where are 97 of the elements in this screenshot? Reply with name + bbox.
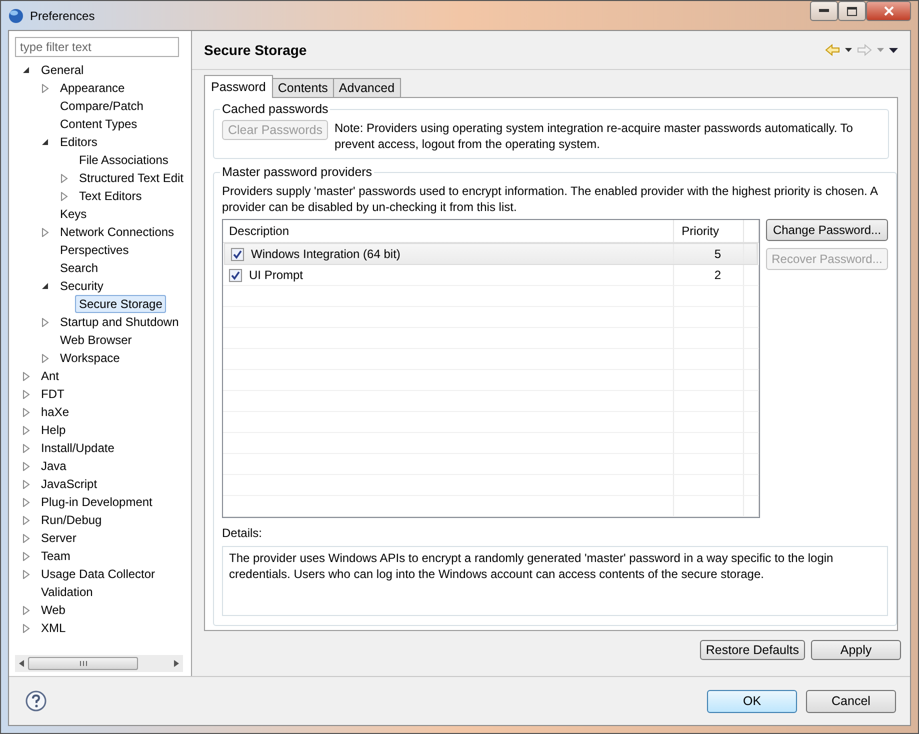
collapsed-icon[interactable] <box>23 534 30 542</box>
page-button[interactable]: Apply <box>811 640 901 660</box>
collapsed-icon[interactable] <box>23 516 30 524</box>
scroll-left-icon[interactable] <box>19 660 24 667</box>
close-icon <box>884 6 894 16</box>
back-arrow-icon[interactable] <box>825 44 840 56</box>
column-header[interactable]: Priority <box>674 220 744 242</box>
minimize-icon <box>819 9 829 13</box>
tree-item[interactable]: Security <box>56 277 108 295</box>
tree-item[interactable]: Help <box>37 421 70 439</box>
tree-item[interactable]: Text Editors <box>75 187 146 205</box>
expanded-icon[interactable] <box>42 282 49 290</box>
collapsed-icon[interactable] <box>61 174 68 182</box>
scroll-right-icon[interactable] <box>174 660 179 667</box>
help-icon[interactable] <box>25 690 47 712</box>
expanded-icon[interactable] <box>42 138 49 146</box>
collapsed-icon[interactable] <box>23 408 30 416</box>
tree-item[interactable]: Java <box>37 457 70 475</box>
window-title: Preferences <box>30 8 95 22</box>
collapsed-icon[interactable] <box>23 552 30 560</box>
page-title: Secure Storage <box>204 42 307 58</box>
collapsed-icon[interactable] <box>42 84 49 92</box>
collapsed-icon[interactable] <box>42 228 49 236</box>
expanded-icon[interactable] <box>23 66 30 74</box>
tree-item[interactable]: Secure Storage <box>75 295 166 313</box>
tree-item[interactable]: Install/Update <box>37 439 118 457</box>
tree-item[interactable]: Search <box>56 259 102 277</box>
tab[interactable]: Password <box>204 75 273 98</box>
grip-icon <box>80 661 86 666</box>
tree-item[interactable]: Startup and Shutdown <box>56 313 183 331</box>
tree-item[interactable]: Workspace <box>56 349 124 367</box>
tree-item[interactable]: Structured Text Edit <box>75 169 188 187</box>
page-button[interactable]: Restore Defaults <box>700 640 805 660</box>
minimize-button[interactable] <box>810 1 838 21</box>
tree-item[interactable]: Validation <box>37 583 97 601</box>
note-text: Note: Providers using operating system integration re-acquire master passwords automatically. To prevent access, logout from the operating system. <box>334 120 854 152</box>
checkbox[interactable] <box>231 248 244 260</box>
collapsed-icon[interactable] <box>23 372 30 380</box>
tree-item[interactable]: JavaScript <box>37 475 102 493</box>
checkbox[interactable] <box>229 268 242 282</box>
dialog-button[interactable]: Cancel <box>806 690 896 712</box>
tree-item[interactable]: General <box>37 61 88 79</box>
collapsed-icon[interactable] <box>23 444 30 452</box>
close-button[interactable] <box>866 1 911 21</box>
menu-icon[interactable] <box>889 48 898 52</box>
tab[interactable]: Contents <box>272 78 334 97</box>
intro-text: Providers supply 'master' passwords used to encrypt information. The enabled provider with the highest priority is chosen. A provider can be disabled by un-checking it from this list. <box>222 183 879 215</box>
collapsed-icon[interactable] <box>23 390 30 398</box>
group-title: Master password providers <box>221 165 374 179</box>
tree-item[interactable]: Compare/Patch <box>56 97 148 115</box>
collapsed-icon[interactable] <box>23 624 30 632</box>
dialog-button[interactable]: OK <box>707 690 797 712</box>
tree-item[interactable]: Web <box>37 601 70 619</box>
filter-field[interactable]: type filter text <box>15 37 179 57</box>
tree-item[interactable]: Server <box>37 529 80 547</box>
tree-item[interactable]: Ant <box>37 367 64 385</box>
dropdown-icon[interactable] <box>845 48 852 52</box>
tree-item[interactable]: XML <box>37 619 70 637</box>
table-cell: 5 <box>714 247 721 261</box>
collapsed-icon[interactable] <box>42 318 49 326</box>
tree-item[interactable]: Appearance <box>56 79 129 97</box>
tree-item[interactable]: haXe <box>37 403 74 421</box>
column-header[interactable]: Description <box>223 220 674 242</box>
tree-item[interactable]: File Associations <box>75 151 172 169</box>
collapsed-icon[interactable] <box>23 606 30 614</box>
table-row[interactable]: Windows Integration (64 bit) 5 <box>224 243 758 265</box>
table-row[interactable]: UI Prompt 2 <box>223 265 759 286</box>
maximize-button[interactable] <box>838 1 866 21</box>
table-cell: 2 <box>714 268 721 282</box>
collapsed-icon[interactable] <box>23 462 30 470</box>
horizontal-scrollbar[interactable] <box>15 655 183 672</box>
collapsed-icon[interactable] <box>42 354 49 362</box>
tree-item[interactable]: Network Connections <box>56 223 178 241</box>
table-cell: UI Prompt <box>249 268 304 282</box>
tree-item[interactable]: Content Types <box>56 115 142 133</box>
details-text: The provider uses Windows APIs to encrypt a randomly generated 'master' password in a way specific to the login credentials. Users who can log into the Windows account can access contents of the secure storage. <box>222 546 888 616</box>
tree-item[interactable]: Usage Data Collector <box>37 565 160 583</box>
collapsed-icon[interactable] <box>61 192 68 200</box>
collapsed-icon[interactable] <box>23 480 30 488</box>
tree-item[interactable]: Perspectives <box>56 241 133 259</box>
tree-item[interactable]: FDT <box>37 385 68 403</box>
tree-item[interactable]: Web Browser <box>56 331 136 349</box>
table-cell: Windows Integration (64 bit) <box>251 247 400 261</box>
app-icon <box>8 8 24 24</box>
group-title: Cached passwords <box>221 102 330 116</box>
tree-item[interactable]: Editors <box>56 133 102 151</box>
collapsed-icon[interactable] <box>23 426 30 434</box>
tab[interactable]: Advanced <box>332 78 401 97</box>
tree-item[interactable]: Plug-in Development <box>37 493 156 511</box>
collapsed-icon[interactable] <box>23 498 30 506</box>
collapsed-icon[interactable] <box>23 570 30 578</box>
details-label: Details: <box>222 526 264 540</box>
tree-item[interactable]: Run/Debug <box>37 511 106 529</box>
maximize-icon <box>847 6 857 16</box>
tree-item[interactable]: Team <box>37 547 74 565</box>
password-button[interactable]: Change Password... <box>766 219 888 241</box>
tree-item[interactable]: Keys <box>56 205 91 223</box>
